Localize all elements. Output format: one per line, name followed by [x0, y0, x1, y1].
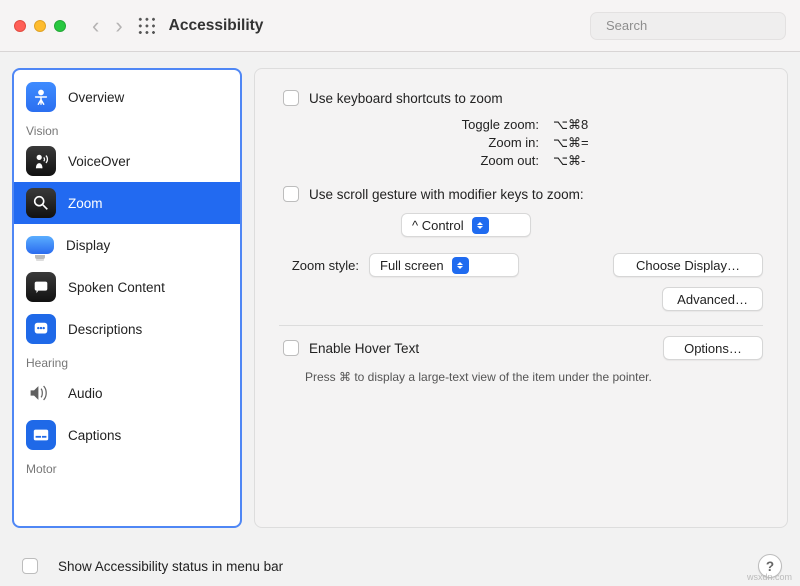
- zoom-style-value: Full screen: [380, 258, 444, 273]
- sidebar-item-label: Audio: [68, 386, 103, 401]
- sidebar-item-label: Display: [66, 238, 110, 253]
- back-button[interactable]: ‹: [84, 13, 107, 39]
- sidebar-item-display[interactable]: Display: [14, 224, 240, 266]
- kb-shortcuts-row: Use keyboard shortcuts to zoom: [279, 87, 763, 109]
- audio-icon: [26, 378, 56, 408]
- separator: [279, 325, 763, 326]
- shortcut-name: Zoom out:: [429, 153, 539, 169]
- hover-text-hint: Press ⌘ to display a large-text view of …: [305, 370, 763, 384]
- display-icon: [26, 236, 54, 254]
- sidebar-item-label: Spoken Content: [68, 280, 165, 295]
- settings-pane: Use keyboard shortcuts to zoom Toggle zo…: [254, 68, 788, 528]
- scroll-gesture-label: Use scroll gesture with modifier keys to…: [309, 187, 584, 202]
- section-label-hearing: Hearing: [14, 350, 240, 372]
- hover-text-checkbox[interactable]: [283, 340, 299, 356]
- menubar-status-label: Show Accessibility status in menu bar: [58, 559, 283, 574]
- zoom-icon: [26, 188, 56, 218]
- search-input[interactable]: [604, 17, 784, 34]
- shortcut-name: Zoom in:: [429, 135, 539, 151]
- sidebar-item-label: Overview: [68, 90, 124, 105]
- captions-icon: [26, 420, 56, 450]
- zoom-style-select[interactable]: Full screen: [369, 253, 519, 277]
- menubar-status-checkbox[interactable]: [22, 558, 38, 574]
- shortcut-keys: ⌥⌘-: [553, 153, 613, 169]
- sidebar-item-captions[interactable]: Captions: [14, 414, 240, 456]
- zoom-style-label: Zoom style:: [279, 258, 359, 273]
- sidebar-item-label: Descriptions: [68, 322, 142, 337]
- section-label-motor: Motor: [14, 456, 240, 478]
- hover-options-button[interactable]: Options…: [663, 336, 763, 360]
- kb-shortcuts-checkbox[interactable]: [283, 90, 299, 106]
- sidebar-item-zoom[interactable]: Zoom: [14, 182, 240, 224]
- minimize-window-button[interactable]: [34, 20, 46, 32]
- watermark: wsxdn.com: [747, 572, 792, 582]
- scroll-gesture-row: Use scroll gesture with modifier keys to…: [279, 183, 763, 205]
- spoken-icon: [26, 272, 56, 302]
- window-title: Accessibility: [169, 17, 264, 35]
- scroll-gesture-checkbox[interactable]: [283, 186, 299, 202]
- advanced-button[interactable]: Advanced…: [662, 287, 763, 311]
- sidebar-item-overview[interactable]: Overview: [14, 76, 240, 118]
- category-sidebar[interactable]: Overview Vision VoiceOver Zoom Display S…: [12, 68, 242, 528]
- window-controls: [14, 20, 66, 32]
- modifier-key-select[interactable]: ^ Control: [401, 213, 531, 237]
- sidebar-item-descriptions[interactable]: Descriptions: [14, 308, 240, 350]
- shortcut-keys: ⌥⌘=: [553, 135, 613, 151]
- forward-button[interactable]: ›: [107, 13, 130, 39]
- shortcut-keys: ⌥⌘8: [553, 117, 613, 133]
- window-footer: Show Accessibility status in menu bar ?: [18, 554, 782, 578]
- hover-text-row: Enable Hover Text Options…: [279, 336, 763, 360]
- descriptions-icon: [26, 314, 56, 344]
- maximize-window-button[interactable]: [54, 20, 66, 32]
- sidebar-item-audio[interactable]: Audio: [14, 372, 240, 414]
- chevron-updown-icon: [472, 217, 489, 234]
- sidebar-item-label: Captions: [68, 428, 121, 443]
- chevron-updown-icon: [452, 257, 469, 274]
- kb-shortcuts-label: Use keyboard shortcuts to zoom: [309, 91, 503, 106]
- section-label-vision: Vision: [14, 118, 240, 140]
- zoom-style-row: Zoom style: Full screen Choose Display…: [279, 253, 763, 277]
- voiceover-icon: [26, 146, 56, 176]
- sidebar-item-voiceover[interactable]: VoiceOver: [14, 140, 240, 182]
- overview-icon: [26, 82, 56, 112]
- hover-text-label: Enable Hover Text: [309, 341, 419, 356]
- window-toolbar: ‹ › Accessibility: [0, 0, 800, 52]
- choose-display-button[interactable]: Choose Display…: [613, 253, 763, 277]
- sidebar-item-label: Zoom: [68, 196, 103, 211]
- modifier-key-value: ^ Control: [412, 218, 464, 233]
- show-all-prefs-button[interactable]: [137, 16, 157, 36]
- sidebar-item-label: VoiceOver: [68, 154, 130, 169]
- close-window-button[interactable]: [14, 20, 26, 32]
- search-field-container[interactable]: [590, 12, 786, 40]
- sidebar-item-spoken-content[interactable]: Spoken Content: [14, 266, 240, 308]
- shortcut-name: Toggle zoom:: [429, 117, 539, 133]
